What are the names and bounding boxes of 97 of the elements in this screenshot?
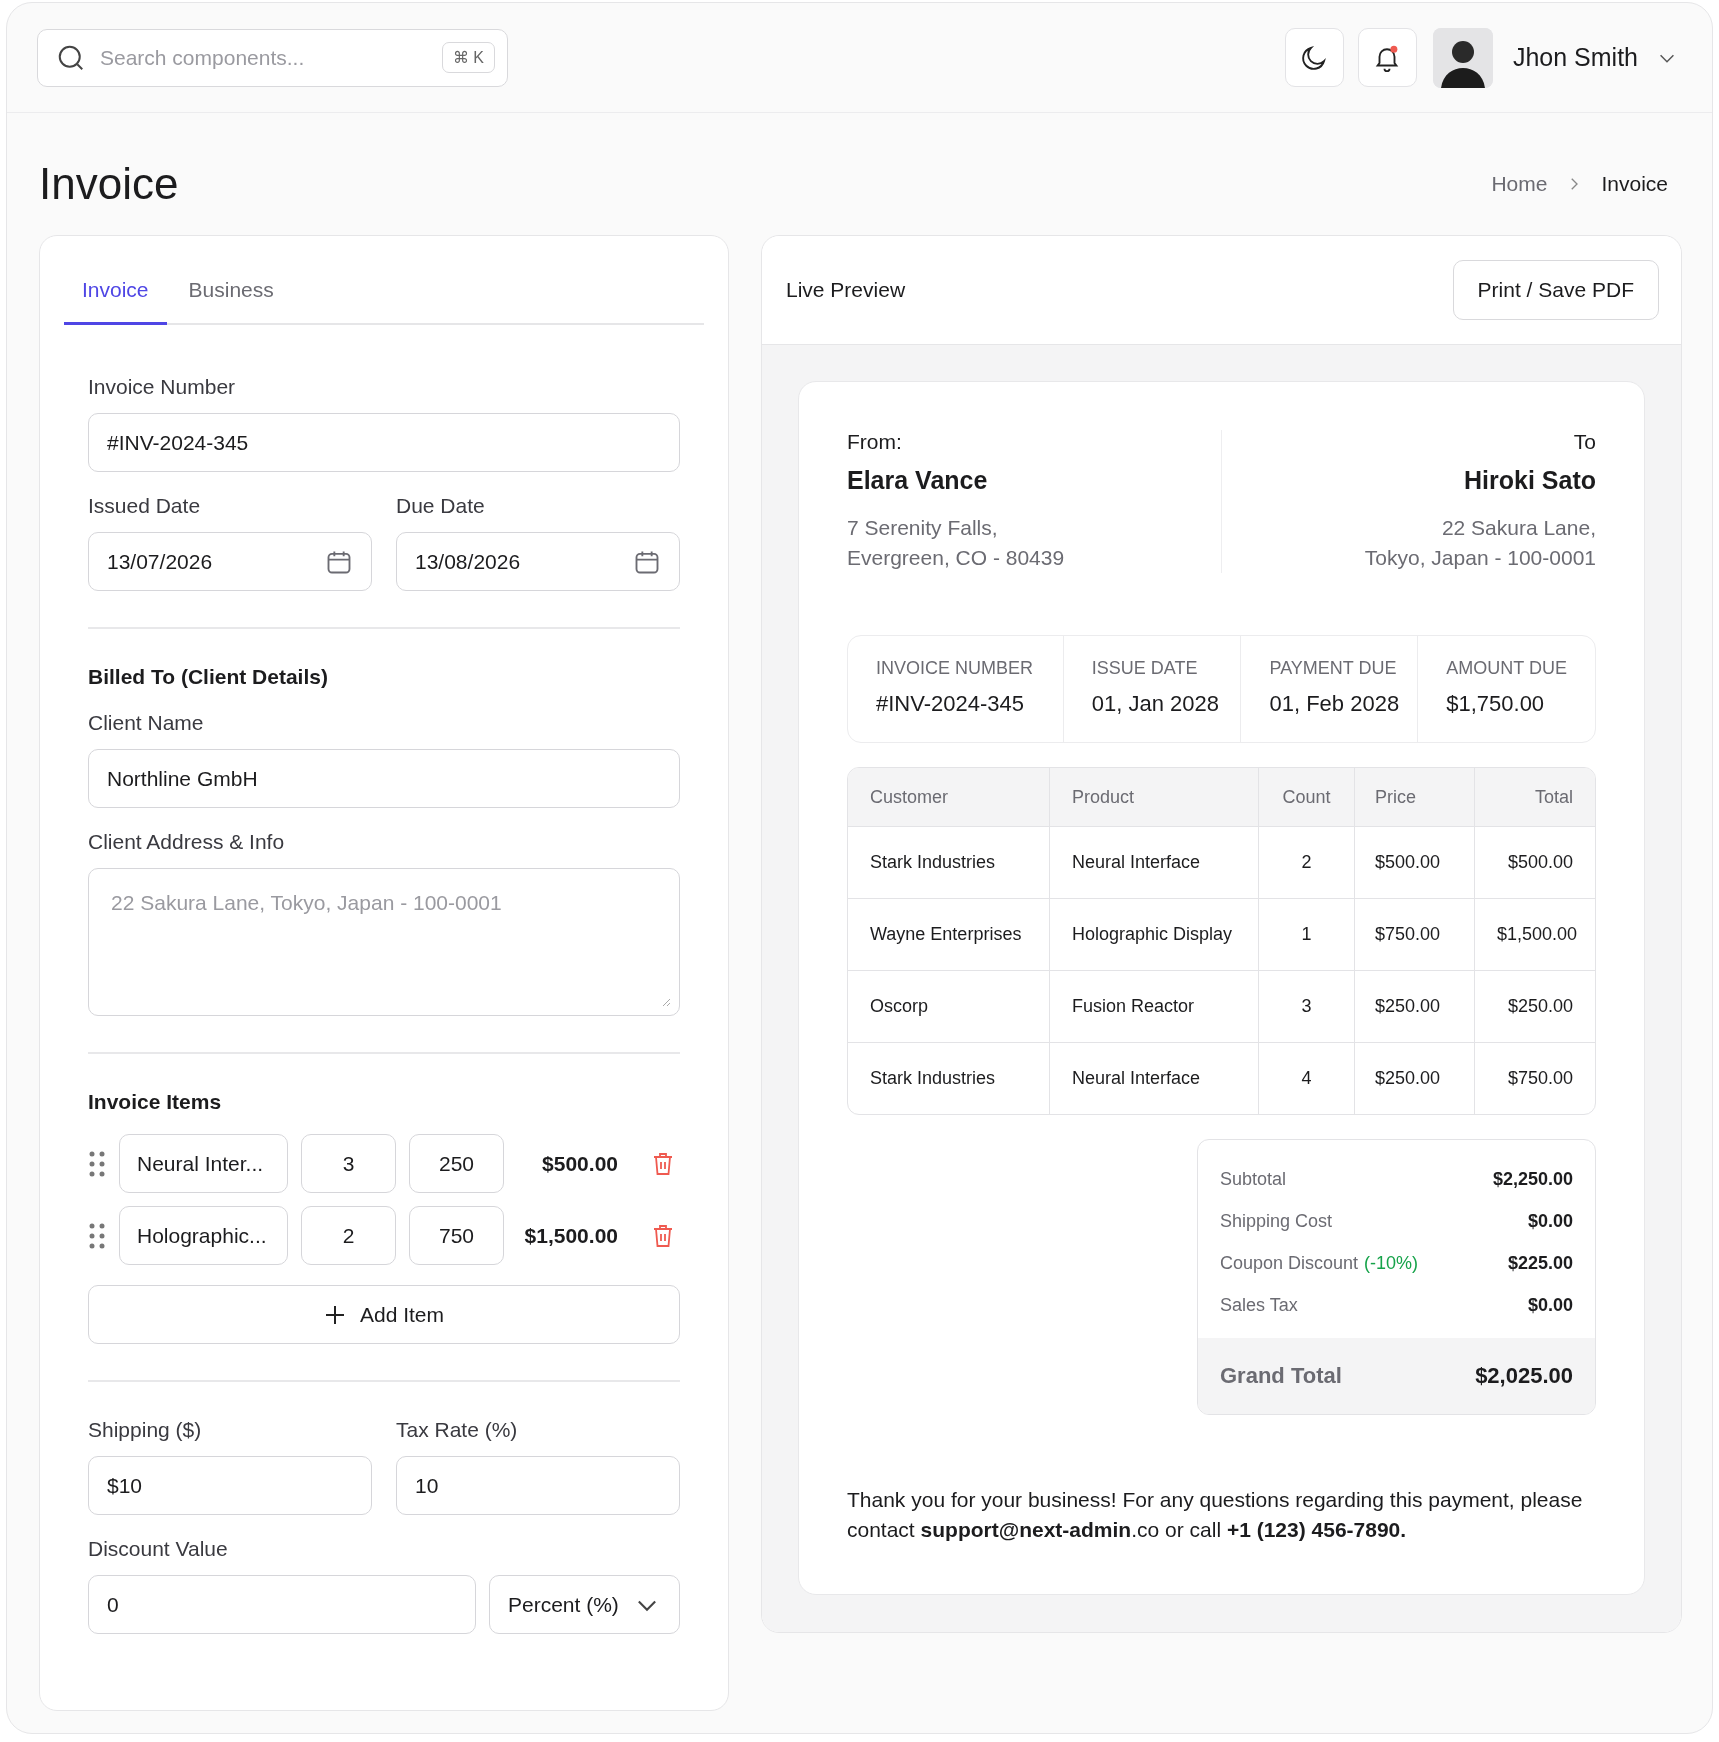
tab[interactable]: Invoice <box>64 260 167 325</box>
trash-icon[interactable] <box>652 1223 674 1248</box>
party-label: To <box>1572 430 1596 454</box>
input-field[interactable]: $10 <box>88 1456 372 1515</box>
tab[interactable]: Business <box>170 260 292 325</box>
table-cell: 2 <box>1258 826 1354 898</box>
address-line: Tokyo, Japan - 100-0001 <box>1363 545 1596 571</box>
address-line: 7 Serenity Falls, <box>847 515 999 541</box>
theme-toggle-button[interactable] <box>1284 28 1344 87</box>
preview-title: Live Preview <box>786 278 906 302</box>
field-label: Issued Date <box>88 494 202 518</box>
meta-label: AMOUNT DUE <box>1446 658 1568 679</box>
table-cell: $250.00 <box>1354 1042 1474 1114</box>
date-field[interactable]: 13/08/2026 <box>396 532 680 591</box>
table-cell: $250.00 <box>1354 970 1474 1042</box>
party-name: Hiroki Sato <box>1463 466 1596 495</box>
input-field[interactable]: #INV-2024-345 <box>88 413 680 472</box>
input-field[interactable]: Northline GmbH <box>88 749 680 808</box>
table-cell: 3 <box>1258 970 1354 1042</box>
input-field[interactable]: 0 <box>88 1575 476 1634</box>
print-button[interactable]: Print / Save PDF <box>1452 260 1659 320</box>
table-cell: Holographic Display <box>1049 898 1258 970</box>
drag-handle-icon[interactable] <box>88 1149 106 1178</box>
field-label: Invoice Number <box>88 375 237 399</box>
table-cell: Stark Industries <box>848 826 1049 898</box>
total-label: Sales Tax <box>1220 1294 1298 1316</box>
table-cell: Oscorp <box>848 970 1049 1042</box>
field-label: Discount Value <box>88 1537 229 1561</box>
meta-label: ISSUE DATE <box>1091 658 1199 679</box>
section-heading: Billed To (Client Details) <box>88 665 329 689</box>
meta-value: 01, Feb 2028 <box>1269 691 1401 717</box>
discount-type-select[interactable]: Percent (%) <box>489 1575 680 1634</box>
table-cell: $750.00 <box>1474 1042 1595 1114</box>
column-header: Total <box>1474 768 1595 826</box>
table-cell: $500.00 <box>1354 826 1474 898</box>
thank-you-note: Thank you for your business! For any questions regarding this payment, please contact support@next-admin.co or call +1 (123) 456-7890. <box>847 1487 1584 1543</box>
meta-label: PAYMENT DUE <box>1269 658 1398 679</box>
table-cell: Wayne Enterprises <box>848 898 1049 970</box>
table-cell: Neural Interface <box>1049 826 1258 898</box>
total-value: $0.00 <box>1527 1210 1573 1232</box>
meta-value: $1,750.00 <box>1446 691 1546 717</box>
price-field[interactable]: 750 <box>409 1206 504 1265</box>
grand-total-value: $2,025.00 <box>1475 1363 1573 1389</box>
meta-value: #INV-2024-345 <box>876 691 1025 717</box>
table-cell: 4 <box>1258 1042 1354 1114</box>
trash-icon[interactable] <box>652 1151 674 1176</box>
user-menu[interactable]: Jhon Smith <box>1508 43 1682 72</box>
table-cell: Neural Interface <box>1049 1042 1258 1114</box>
table-cell: $1,500.00 <box>1474 898 1595 970</box>
column-header: Count <box>1258 768 1354 826</box>
keyboard-shortcut: ⌘ K <box>441 42 495 73</box>
notification-button[interactable] <box>1357 28 1417 87</box>
breadcrumb-item: Invoice <box>1601 172 1668 196</box>
search-field[interactable]: Search components... ⌘ K <box>37 28 508 87</box>
search-placeholder: Search components... <box>100 45 306 70</box>
table-cell: $750.00 <box>1354 898 1474 970</box>
total-value: $225.00 <box>1507 1252 1573 1274</box>
total-value: $2,250.00 <box>1492 1168 1573 1190</box>
total-label: Shipping Cost <box>1220 1210 1333 1232</box>
table-cell: $250.00 <box>1474 970 1595 1042</box>
date-field[interactable]: 13/07/2026 <box>88 532 372 591</box>
item-name-field[interactable]: Neural Inter... <box>119 1134 288 1193</box>
plus-icon <box>323 1303 346 1326</box>
table-cell: $500.00 <box>1474 826 1595 898</box>
price-field[interactable]: 250 <box>409 1134 504 1193</box>
column-header: Customer <box>848 768 1049 826</box>
total-label: Coupon Discount (-10%) <box>1220 1252 1419 1274</box>
quantity-field[interactable]: 2 <box>301 1206 396 1265</box>
table-cell: Stark Industries <box>848 1042 1049 1114</box>
field-label: Due Date <box>396 494 486 518</box>
input-field[interactable]: 10 <box>396 1456 680 1515</box>
field-label: Shipping ($) <box>88 1418 203 1442</box>
table-cell: Fusion Reactor <box>1049 970 1258 1042</box>
field-label: Client Address & Info <box>88 830 286 854</box>
item-total: $500.00 <box>541 1151 618 1176</box>
meta-label: INVOICE NUMBER <box>876 658 1035 679</box>
column-header: Price <box>1354 768 1474 826</box>
address-line: 22 Sakura Lane, <box>1440 515 1596 541</box>
field-label: Client Name <box>88 711 205 735</box>
column-header: Product <box>1049 768 1258 826</box>
item-name-field[interactable]: Holographic... <box>119 1206 288 1265</box>
page-title: Invoice <box>39 159 179 209</box>
quantity-field[interactable]: 3 <box>301 1134 396 1193</box>
field-label: Tax Rate (%) <box>396 1418 519 1442</box>
meta-value: 01, Jan 2028 <box>1091 691 1220 717</box>
party-name: Elara Vance <box>847 466 989 495</box>
grand-total-label: Grand Total <box>1220 1363 1342 1389</box>
add-item-button[interactable]: Add Item <box>88 1285 680 1344</box>
item-total: $1,500.00 <box>523 1223 618 1248</box>
total-label: Subtotal <box>1220 1168 1287 1190</box>
party-label: From: <box>847 430 903 454</box>
breadcrumb-item[interactable]: Home <box>1491 172 1548 196</box>
drag-handle-icon[interactable] <box>88 1221 106 1250</box>
table-cell: 1 <box>1258 898 1354 970</box>
total-value: $0.00 <box>1527 1294 1573 1316</box>
section-heading: Invoice Items <box>88 1090 223 1114</box>
address-line: Evergreen, CO - 80439 <box>847 545 1066 571</box>
